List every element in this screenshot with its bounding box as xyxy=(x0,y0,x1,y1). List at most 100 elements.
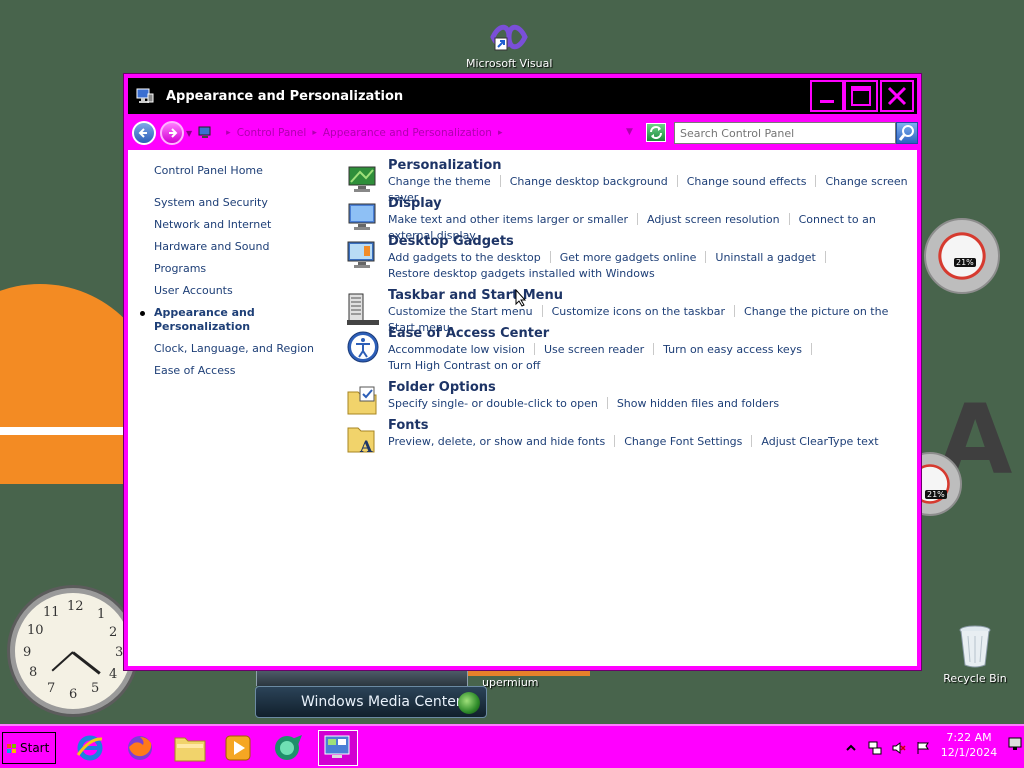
back-button[interactable] xyxy=(132,121,156,145)
clock-number: 1 xyxy=(97,607,106,622)
display-icon xyxy=(346,200,380,234)
category-desktop-gadgets: Desktop Gadgets Add gadgets to the deskt… xyxy=(344,234,914,280)
link-divider xyxy=(499,175,501,187)
desktop-icon-label: Recycle Bin xyxy=(943,672,1007,685)
clock-gadget[interactable]: 12 1 2 3 4 5 6 7 8 9 10 11 xyxy=(10,588,136,714)
window-titlebar[interactable]: Appearance and Personalization xyxy=(128,78,917,114)
breadcrumb-separator[interactable]: ▸ xyxy=(312,128,317,138)
taskbar-icon xyxy=(346,292,380,326)
link-restore-gadgets[interactable]: Restore desktop gadgets installed with W… xyxy=(388,267,655,280)
category-title[interactable]: Display xyxy=(388,196,914,212)
category-title[interactable]: Personalization xyxy=(388,158,914,174)
link-divider xyxy=(637,213,638,225)
sidebar-item-appearance[interactable]: Appearance and Personalization xyxy=(140,306,264,334)
taskbar-control-panel[interactable] xyxy=(318,730,358,766)
sidebar-item-user-accounts[interactable]: User Accounts xyxy=(154,284,344,298)
category-folder-options: Folder Options Specify single- or double… xyxy=(344,380,914,415)
breadcrumb-separator[interactable]: ▸ xyxy=(498,128,503,138)
cpu-meter-value: 21% xyxy=(954,258,976,267)
folder-options-icon xyxy=(346,384,380,418)
sidebar-item-hardware[interactable]: Hardware and Sound xyxy=(154,240,344,254)
category-title[interactable]: Folder Options xyxy=(388,380,914,396)
link-high-contrast[interactable]: Turn High Contrast on or off xyxy=(388,359,540,372)
volume-muted-icon[interactable] xyxy=(892,741,906,755)
sidebar-item-system-security[interactable]: System and Security xyxy=(154,196,344,210)
link-change-sounds[interactable]: Change sound effects xyxy=(687,175,807,188)
link-more-gadgets[interactable]: Get more gadgets online xyxy=(560,251,697,264)
breadcrumb-control-panel[interactable]: Control Panel xyxy=(237,127,307,139)
link-manage-fonts[interactable]: Preview, delete, or show and hide fonts xyxy=(388,435,605,448)
media-center-gadget[interactable]: Windows Media Center xyxy=(255,686,487,718)
show-desktop-button[interactable] xyxy=(1008,736,1022,756)
link-divider xyxy=(705,251,707,263)
link-font-settings[interactable]: Change Font Settings xyxy=(624,435,742,448)
link-cleartype[interactable]: Adjust ClearType text xyxy=(761,435,878,448)
taskbar-internet-explorer[interactable] xyxy=(70,730,110,766)
link-change-background[interactable]: Change desktop background xyxy=(510,175,668,188)
address-dropdown[interactable]: ▼ xyxy=(626,127,633,137)
link-access-keys[interactable]: Turn on easy access keys xyxy=(663,343,802,356)
system-tray xyxy=(844,732,940,764)
search-icon xyxy=(898,125,914,141)
desktop-icon-visual-studio[interactable]: Microsoft Visual xyxy=(466,20,552,70)
visual-studio-icon xyxy=(490,20,528,54)
breadcrumb-appearance[interactable]: Appearance and Personalization xyxy=(323,127,492,139)
start-button[interactable]: Start xyxy=(2,732,56,764)
sidebar: Control Panel Home System and Security N… xyxy=(140,164,344,386)
taskbar-media-center[interactable] xyxy=(268,730,308,766)
recent-pages-dropdown[interactable]: ▼ xyxy=(186,129,192,138)
link-customize-taskbar-icons[interactable]: Customize icons on the taskbar xyxy=(552,305,725,318)
sidebar-item-clock-language[interactable]: Clock, Language, and Region xyxy=(154,342,344,356)
link-hidden-files[interactable]: Show hidden files and folders xyxy=(617,397,779,410)
clock-number: 11 xyxy=(43,605,60,620)
category-title[interactable]: Desktop Gadgets xyxy=(388,234,914,250)
control-panel-icon xyxy=(198,126,214,140)
link-text-size[interactable]: Make text and other items larger or smal… xyxy=(388,213,628,226)
link-screen-reader[interactable]: Use screen reader xyxy=(544,343,644,356)
link-add-gadgets[interactable]: Add gadgets to the desktop xyxy=(388,251,541,264)
category-title[interactable]: Taskbar and Start Menu xyxy=(388,288,914,304)
monitor-icon xyxy=(1008,737,1022,750)
category-fonts: A Fonts Preview, delete, or show and hid… xyxy=(344,418,914,456)
refresh-button[interactable] xyxy=(646,123,666,142)
taskbar-media-player[interactable] xyxy=(218,730,258,766)
link-divider xyxy=(533,343,535,355)
forward-button[interactable] xyxy=(160,121,184,145)
sidebar-home-link[interactable]: Control Panel Home xyxy=(154,164,344,178)
link-uninstall-gadget[interactable]: Uninstall a gadget xyxy=(715,251,815,264)
category-title[interactable]: Ease of Access Center xyxy=(388,326,914,342)
search-input[interactable] xyxy=(674,122,896,144)
fonts-icon: A xyxy=(346,422,380,456)
link-click-to-open[interactable]: Specify single- or double-click to open xyxy=(388,397,598,410)
link-customize-start[interactable]: Customize the Start menu xyxy=(388,305,533,318)
flag-icon[interactable] xyxy=(916,741,930,755)
link-low-vision[interactable]: Accommodate low vision xyxy=(388,343,525,356)
cpu-meter-gadget[interactable]: 21% xyxy=(924,218,1000,294)
taskbar-file-explorer[interactable] xyxy=(170,730,210,766)
search-button[interactable] xyxy=(896,122,918,144)
minimize-button[interactable] xyxy=(810,80,844,112)
sidebar-item-network[interactable]: Network and Internet xyxy=(154,218,344,232)
sidebar-item-programs[interactable]: Programs xyxy=(154,262,344,276)
chevron-up-icon[interactable] xyxy=(844,741,858,755)
maximize-button[interactable] xyxy=(844,80,878,112)
link-divider xyxy=(653,343,655,355)
link-divider xyxy=(606,397,608,409)
link-screen-resolution[interactable]: Adjust screen resolution xyxy=(647,213,780,226)
link-change-theme[interactable]: Change the theme xyxy=(388,175,491,188)
category-title[interactable]: Fonts xyxy=(388,418,914,434)
sidebar-item-ease-of-access[interactable]: Ease of Access xyxy=(154,364,344,378)
close-button[interactable] xyxy=(880,80,914,112)
taskbar-firefox[interactable] xyxy=(120,730,160,766)
desktop-icon-recycle-bin[interactable]: Recycle Bin xyxy=(940,624,1010,685)
media-center-icon xyxy=(275,735,302,760)
cpu-meter-value: 21% xyxy=(925,490,947,499)
firefox-icon xyxy=(128,736,152,760)
clock-number: 4 xyxy=(109,667,118,682)
svg-text:A: A xyxy=(359,437,373,456)
network-icon[interactable] xyxy=(868,741,882,755)
category-links: Preview, delete, or show and hide fonts C… xyxy=(388,434,914,450)
breadcrumb-separator[interactable]: ▸ xyxy=(226,128,231,138)
taskbar-clock[interactable]: 7:22 AM 12/1/2024 xyxy=(934,730,1004,760)
category-list: Personalization Change the theme Change d… xyxy=(344,158,914,456)
